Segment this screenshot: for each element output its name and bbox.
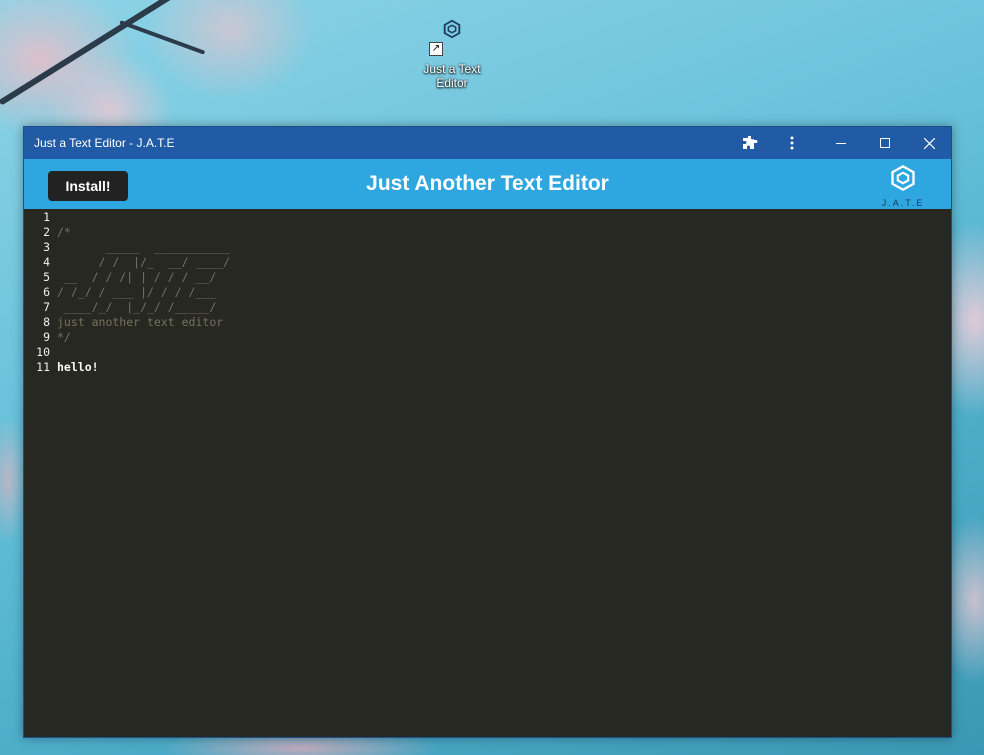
editor-line[interactable]: 2 /* <box>24 225 951 240</box>
line-number: 9 <box>43 330 50 344</box>
line-content: /* <box>57 225 71 239</box>
editor-line[interactable]: 10 <box>24 345 951 360</box>
window-title: Just a Text Editor - J.A.T.E <box>34 136 175 150</box>
code-editor[interactable]: 1 2/* 3 _____ ___________ 4 / / |/_ __/ ___… <box>24 210 951 737</box>
editor-line[interactable]: 3 _____ ___________ <box>24 240 951 255</box>
shortcut-arrow-icon: ↗ <box>429 42 443 56</box>
maximize-icon[interactable] <box>863 127 907 159</box>
line-number: 7 <box>43 300 50 314</box>
line-content: / / |/_ __/ ____/ <box>57 255 231 269</box>
line-number: 8 <box>43 315 50 329</box>
editor-line[interactable]: 9 */ <box>24 330 951 345</box>
editor-line[interactable]: 7 ____/_/ |_/_/ /_____/ <box>24 300 951 315</box>
editor-line[interactable]: 1 <box>24 210 951 225</box>
line-number: 3 <box>43 240 50 254</box>
line-content: */ <box>57 330 71 344</box>
wallpaper-branch <box>119 20 206 55</box>
line-content: hello! <box>57 360 99 374</box>
jate-logo-icon: ↗ <box>429 18 463 56</box>
desktop-shortcut-jate[interactable]: ↗ Just a Text Editor <box>420 18 484 90</box>
app-title: Just Another Text Editor <box>366 172 609 195</box>
line-content: __ / / /| | / / / __/ <box>57 270 217 284</box>
jate-logo-icon <box>891 164 915 192</box>
line-content: _____ ___________ <box>57 240 231 254</box>
editor-line[interactable]: 4 / / |/_ __/ ____/ <box>24 255 951 270</box>
puzzle-icon[interactable] <box>729 127 771 159</box>
app-header: Install! Just Another Text Editor J.A.T.… <box>24 159 951 209</box>
editor-line[interactable]: 6 / /_/ / ___ |/ / / /___ <box>24 285 951 300</box>
minimize-icon[interactable] <box>819 127 863 159</box>
editor-line[interactable]: 11 hello! <box>24 360 951 375</box>
line-number: 5 <box>43 270 50 284</box>
wallpaper-branch <box>0 0 223 106</box>
line-content: just another text editor <box>57 315 224 329</box>
desktop-icon-label: Just a Text Editor <box>423 62 481 90</box>
editor-line[interactable]: 5 __ / / /| | / / / __/ <box>24 270 951 285</box>
app-logo: J.A.T.E <box>879 164 927 208</box>
line-content: ____/_/ |_/_/ /_____/ <box>57 300 217 314</box>
more-vertical-icon[interactable] <box>771 127 813 159</box>
close-icon[interactable] <box>907 127 951 159</box>
line-number: 1 <box>43 210 50 224</box>
window-titlebar[interactable]: Just a Text Editor - J.A.T.E <box>24 127 951 159</box>
line-number: 10 <box>36 345 50 359</box>
line-number: 6 <box>43 285 50 299</box>
editor-line[interactable]: 8 just another text editor <box>24 315 951 330</box>
app-window: Just a Text Editor - J.A.T.E Install! Ju… <box>23 126 952 738</box>
line-number: 4 <box>43 255 50 269</box>
line-number: 11 <box>36 360 50 374</box>
line-number: 2 <box>43 225 50 239</box>
logo-text: J.A.T.E <box>881 198 925 208</box>
line-content: / /_/ / ___ |/ / / /___ <box>57 285 217 299</box>
